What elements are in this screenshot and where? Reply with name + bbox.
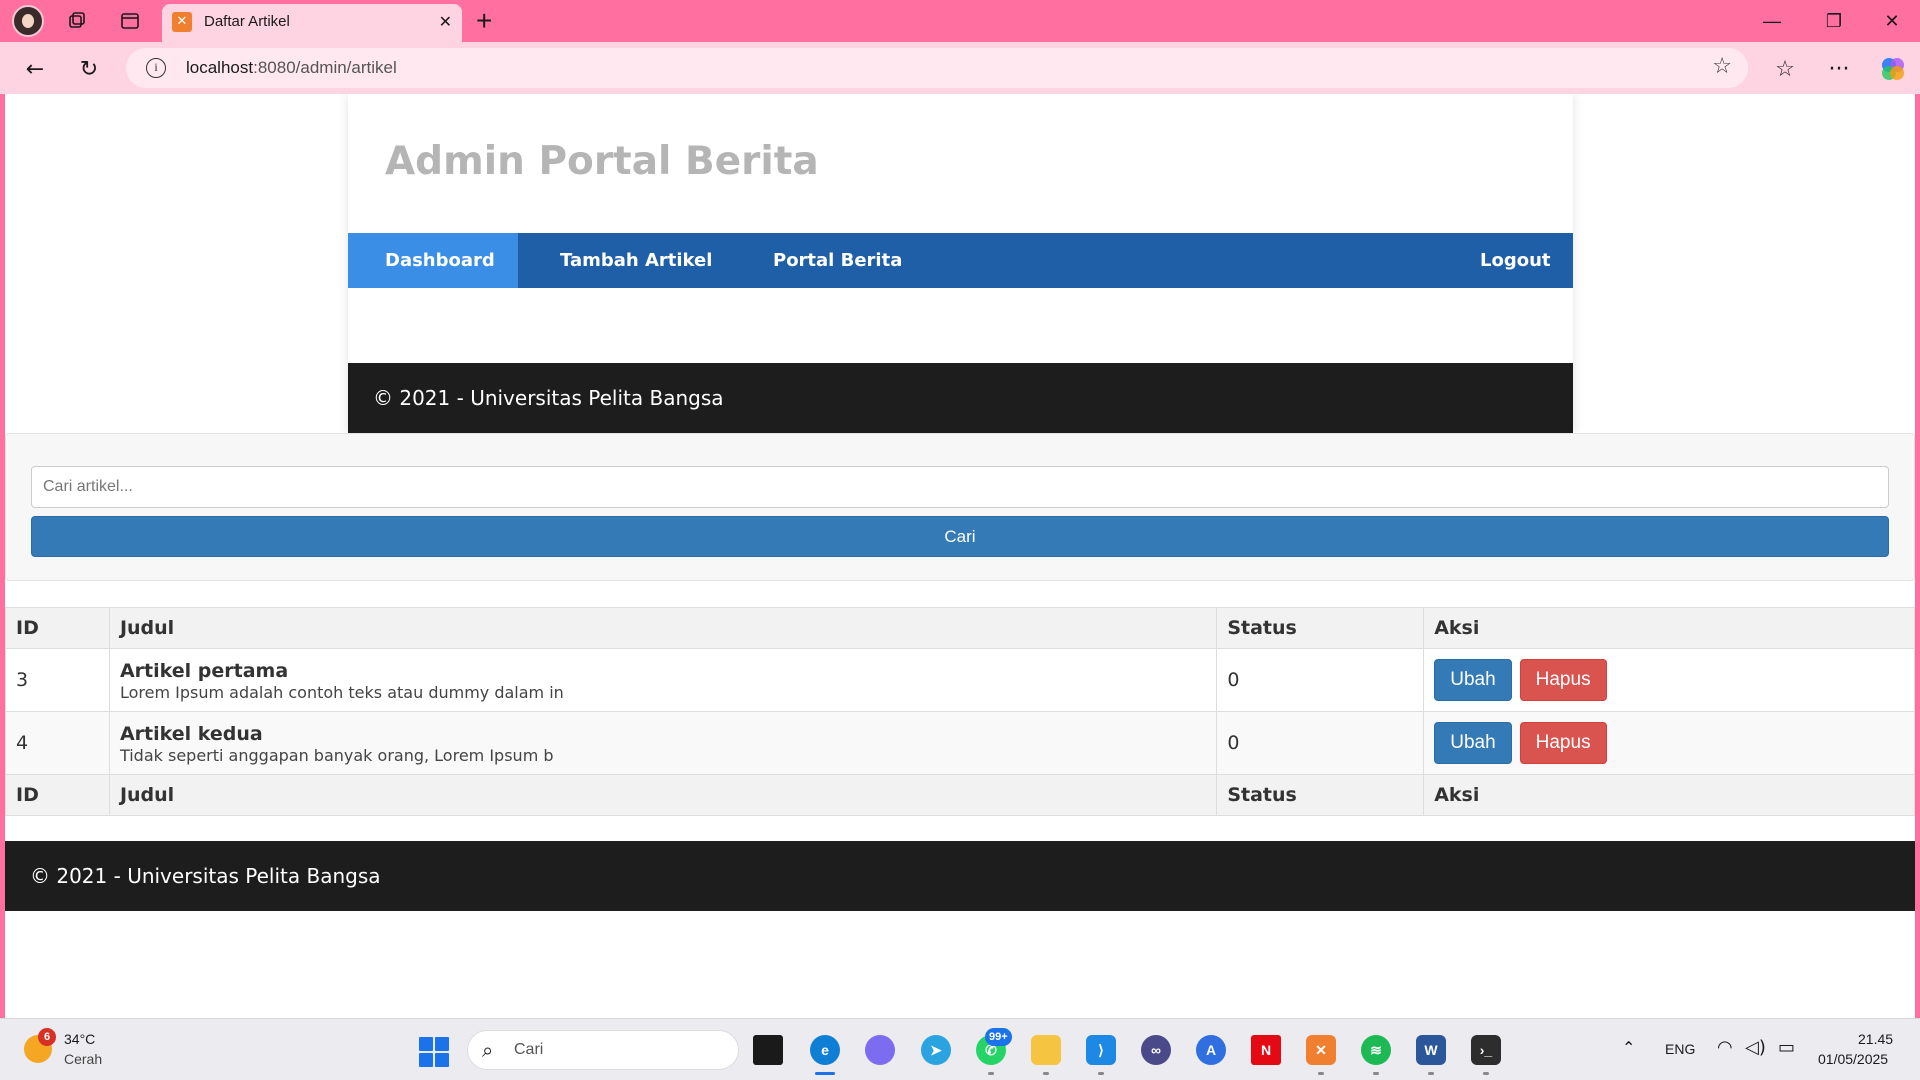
nav-portal-berita[interactable]: Portal Berita (773, 233, 902, 288)
delete-button[interactable]: Hapus (1519, 659, 1607, 701)
profile-avatar[interactable] (12, 5, 44, 37)
admin-container: Admin Portal Berita Dashboard Tambah Art… (348, 94, 1573, 433)
footer-status: Status (1216, 774, 1425, 816)
telegram-icon[interactable]: ➤ (921, 1035, 951, 1065)
search-icon: ⌕ (482, 1038, 494, 1062)
site-title: Admin Portal Berita (385, 139, 819, 184)
refresh-icon[interactable]: ↻ (72, 52, 106, 86)
article-title: Artikel kedua (119, 723, 263, 745)
clock-date[interactable]: 01/05/2025 (1818, 1051, 1888, 1067)
edge-browser-icon[interactable]: e (810, 1035, 840, 1075)
file-explorer-icon[interactable] (1031, 1035, 1061, 1075)
taskbar-search[interactable]: ⌕ Cari (467, 1030, 739, 1070)
tab-favicon: ✕ (172, 12, 192, 32)
new-tab-icon[interactable]: + (476, 5, 492, 37)
tab-actions-icon[interactable] (115, 6, 145, 36)
word-icon[interactable]: W (1416, 1035, 1446, 1075)
netflix-icon[interactable]: N (1251, 1035, 1281, 1065)
start-windows-icon[interactable] (419, 1037, 449, 1067)
page-viewport: Admin Portal Berita Dashboard Tambah Art… (5, 94, 1915, 1018)
more-menu-icon[interactable]: ··· (1822, 52, 1856, 86)
cell-id: 4 (5, 711, 110, 775)
browser-toolbar: ← ↻ i localhost:8080/admin/artikel ☆ ☆ ·… (0, 42, 1920, 94)
cell-aksi: Ubah Hapus (1423, 711, 1915, 775)
task-view-icon[interactable] (753, 1035, 783, 1065)
footer-judul: Judul (108, 774, 1218, 816)
cell-status: 0 (1216, 648, 1425, 712)
url-host: localhost (186, 58, 254, 77)
favorites-icon[interactable]: ☆ (1768, 52, 1802, 86)
vscode-icon[interactable]: ⟩ (1086, 1035, 1116, 1075)
wifi-icon[interactable]: ◠ (1717, 1037, 1733, 1058)
terminal-icon[interactable]: ›_ (1471, 1035, 1501, 1075)
table-header-row: ID Judul Status Aksi (5, 607, 1915, 649)
table-row: 3 Artikel pertama Lorem Ipsum adalah con… (5, 648, 1915, 712)
table-footer-row: ID Judul Status Aksi (5, 774, 1915, 816)
weather-badge: 6 (38, 1028, 56, 1046)
xampp-icon[interactable]: ✕ (1306, 1035, 1336, 1075)
close-window-icon[interactable]: ✕ (1872, 6, 1912, 36)
workspaces-icon[interactable] (62, 6, 92, 36)
edit-button[interactable]: Ubah (1434, 659, 1512, 701)
weather-temp[interactable]: 34°C (64, 1031, 95, 1047)
footer-id: ID (5, 774, 110, 816)
infinity-app-icon[interactable]: ∞ (1141, 1035, 1171, 1065)
cell-judul: Artikel kedua Tidak seperti anggapan ban… (108, 711, 1218, 775)
search-form: Cari (5, 433, 1915, 581)
tray-overflow-icon[interactable]: ⌃ (1622, 1038, 1635, 1057)
spotify-icon[interactable]: ≋ (1361, 1035, 1391, 1075)
article-title: Artikel pertama (119, 660, 289, 682)
nav-logout[interactable]: Logout (1480, 233, 1551, 288)
header-id: ID (5, 607, 110, 649)
header-judul: Judul (108, 607, 1218, 649)
tab-close-icon[interactable]: ✕ (439, 12, 452, 31)
tab-title: Daftar Artikel (204, 13, 290, 30)
table-row: 4 Artikel kedua Tidak seperti anggapan b… (5, 711, 1915, 775)
taskbar-search-label: Cari (514, 1041, 544, 1058)
browser-tab-bar: ✕ Daftar Artikel ✕ + — ❐ ✕ (0, 0, 1920, 42)
taskbar: 6 34°C Cerah ⌕ Cari e ➤ ✆ 99+ ⟩ ∞ A N ✕ … (0, 1018, 1920, 1080)
cell-id: 3 (5, 648, 110, 712)
restore-icon[interactable]: ❐ (1814, 6, 1854, 36)
copilot-app-icon[interactable] (865, 1035, 895, 1065)
header-status: Status (1216, 607, 1425, 649)
url-text[interactable]: localhost:8080/admin/artikel (186, 58, 397, 78)
article-table: ID Judul Status Aksi 3 Artikel pertama L… (5, 607, 1915, 816)
cell-judul: Artikel pertama Lorem Ipsum adalah conto… (108, 648, 1218, 712)
copilot-icon[interactable] (1876, 52, 1910, 86)
address-bar[interactable]: i localhost:8080/admin/artikel ☆ (126, 48, 1748, 88)
back-icon[interactable]: ← (18, 52, 52, 86)
url-path: :8080/admin/artikel (253, 58, 397, 77)
nav-tambah-artikel[interactable]: Tambah Artikel (560, 233, 712, 288)
search-input[interactable] (31, 466, 1889, 508)
cell-aksi: Ubah Hapus (1423, 648, 1915, 712)
nav-dashboard[interactable]: Dashboard (348, 233, 518, 288)
footer-aksi: Aksi (1423, 774, 1915, 816)
site-info-icon[interactable]: i (146, 58, 166, 78)
whatsapp-badge: 99+ (985, 1028, 1012, 1046)
article-excerpt: Tidak seperti anggapan banyak orang, Lor… (119, 746, 554, 765)
language-indicator[interactable]: ENG (1665, 1041, 1695, 1057)
weather-condition[interactable]: Cerah (64, 1051, 102, 1067)
clock-time[interactable]: 21.45 (1858, 1031, 1893, 1047)
minimize-icon[interactable]: — (1752, 6, 1792, 36)
browser-tab-active[interactable]: ✕ Daftar Artikel ✕ (162, 4, 462, 42)
app-store-icon[interactable]: A (1196, 1035, 1226, 1065)
search-button[interactable]: Cari (31, 516, 1889, 557)
inner-footer: © 2021 - Universitas Pelita Bangsa (348, 363, 1573, 433)
volume-icon[interactable]: ◁) (1745, 1037, 1766, 1058)
main-nav: Dashboard Tambah Artikel Portal Berita L… (348, 233, 1573, 288)
battery-icon[interactable]: ▭ (1778, 1037, 1795, 1058)
delete-button[interactable]: Hapus (1519, 722, 1607, 764)
favorite-star-icon[interactable]: ☆ (1712, 54, 1732, 79)
article-excerpt: Lorem Ipsum adalah contoh teks atau dumm… (119, 683, 564, 702)
header-aksi: Aksi (1423, 607, 1915, 649)
cell-status: 0 (1216, 711, 1425, 775)
page-footer: © 2021 - Universitas Pelita Bangsa (5, 841, 1915, 911)
edit-button[interactable]: Ubah (1434, 722, 1512, 764)
